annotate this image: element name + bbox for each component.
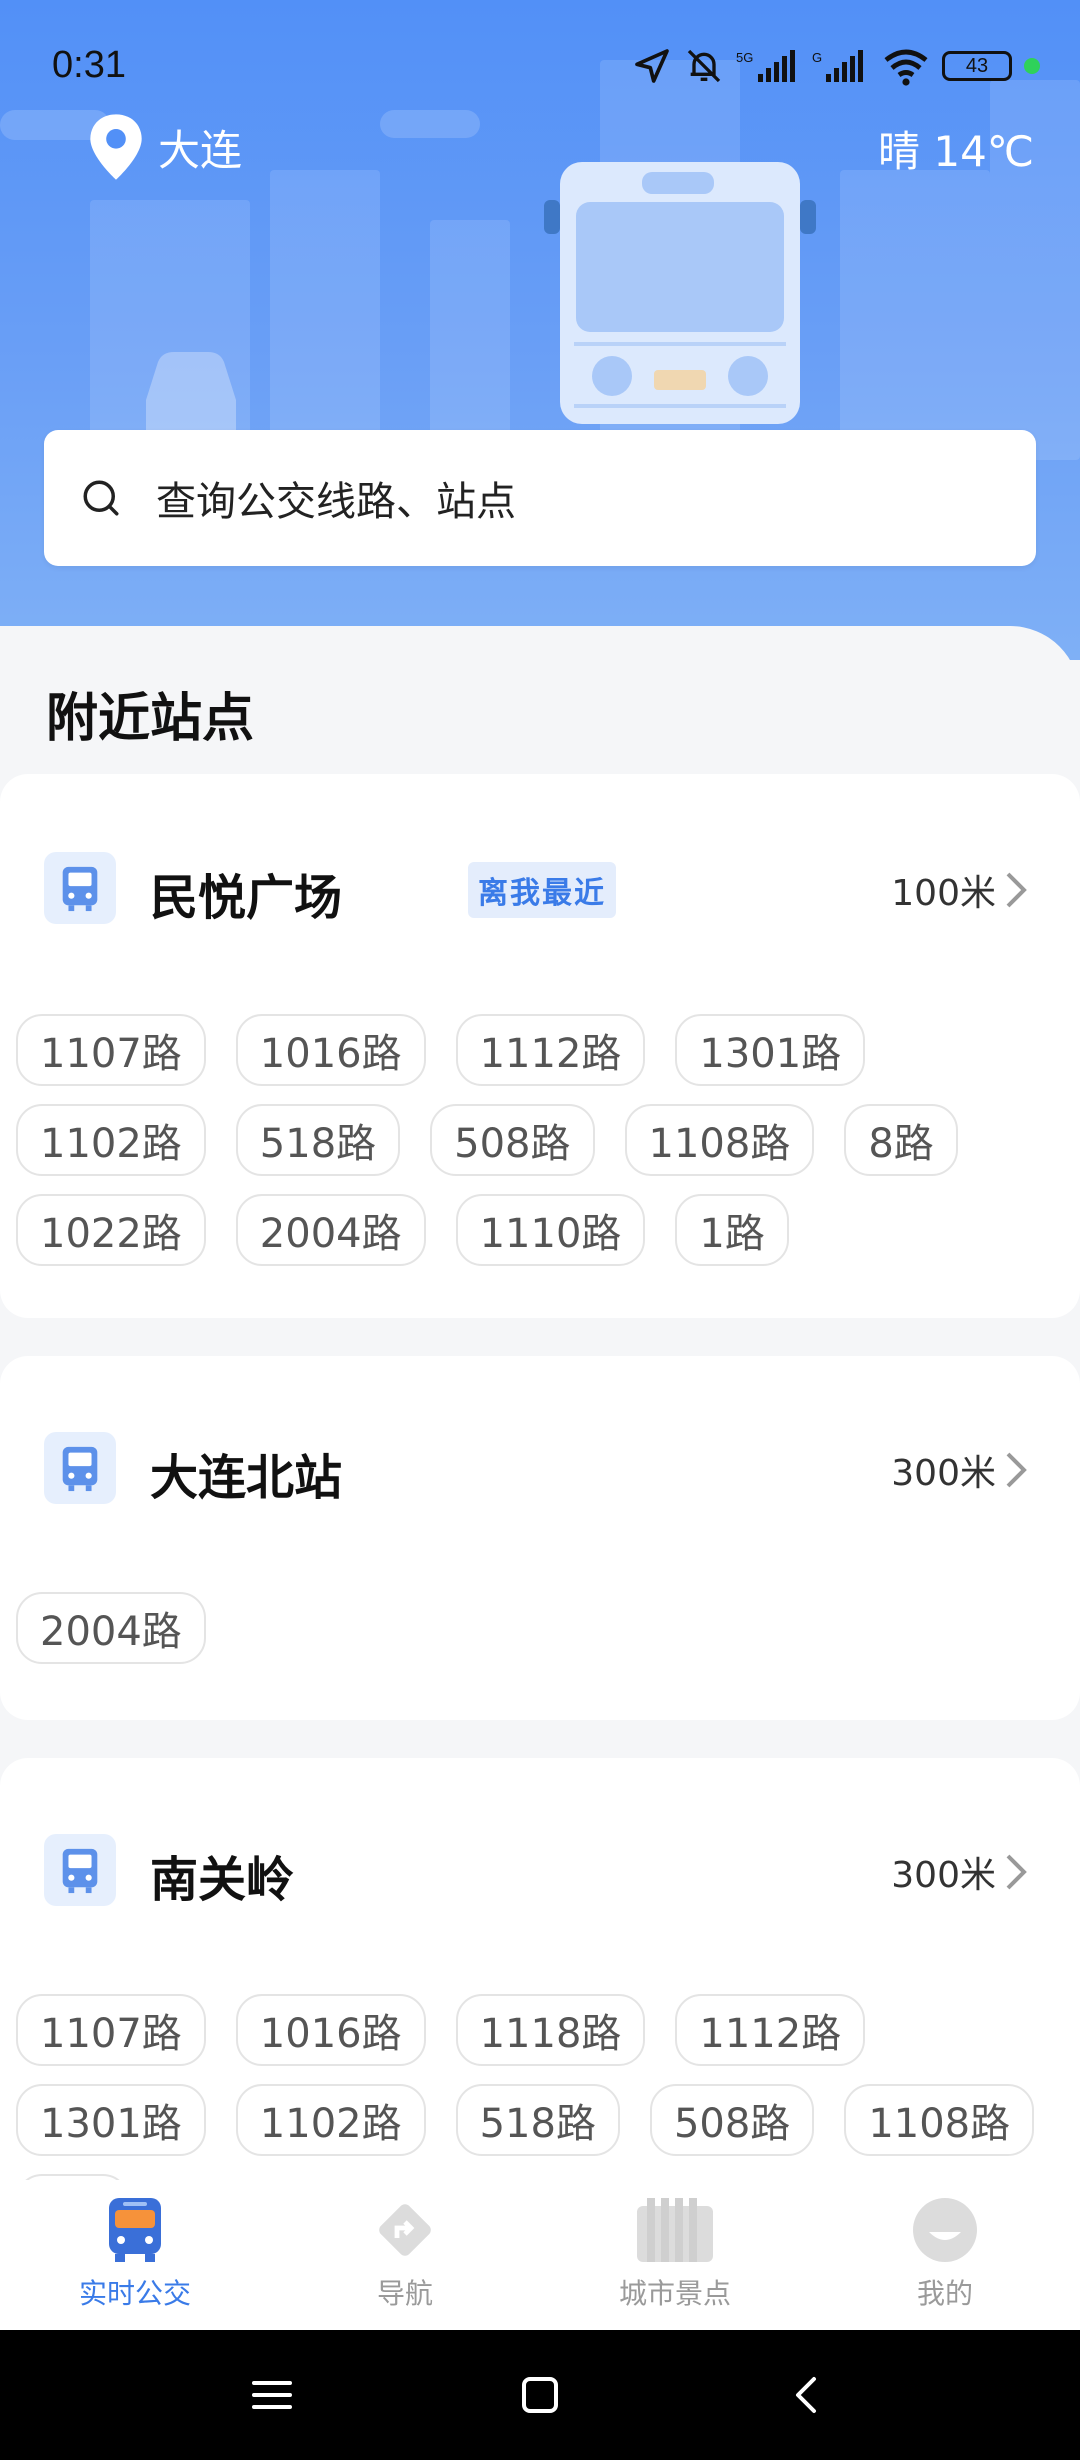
route-tag[interactable]: 1016路 (235, 1994, 426, 2066)
search-placeholder: 查询公交线路、站点 (156, 479, 516, 525)
city-selector[interactable]: 大连 (88, 112, 242, 182)
stop-distance-link[interactable]: 300米 (891, 1444, 1028, 1496)
chevron-right-icon (1006, 872, 1027, 908)
route-tag[interactable]: 1108路 (844, 2084, 1035, 2156)
city-name: 大连 (158, 125, 243, 175)
route-tag[interactable]: 518路 (455, 2084, 620, 2156)
weather-info: 晴 14℃ (878, 127, 1034, 176)
tab-profile[interactable]: 我的 (810, 2180, 1080, 2330)
stop-distance: 300米 (891, 1453, 996, 1494)
tab-label: 导航 (376, 2277, 433, 2310)
route-tag[interactable]: 2004路 (16, 1592, 206, 1664)
bus-illustration (544, 162, 816, 424)
stop-distance: 300米 (891, 1855, 996, 1896)
search-bar[interactable]: 查询公交线路、站点 (44, 430, 1036, 566)
route-list: 1107路 1016路 1112路 1301路 1102路 518路 508路 … (16, 1014, 1060, 1266)
navigation-icon (379, 2204, 431, 2256)
tab-label: 城市景点 (618, 2277, 731, 2310)
route-tag[interactable]: 1112路 (455, 1014, 646, 1086)
route-tag[interactable]: 1102路 (16, 1104, 206, 1176)
signal-5g-icon: 5G (736, 50, 795, 82)
tab-realtime-bus[interactable]: 实时公交 (0, 2180, 270, 2330)
bottom-tab-bar: 实时公交 导航 城市景点 我的 (0, 2180, 1080, 2330)
stop-distance: 100米 (891, 873, 996, 914)
mute-bell-icon (687, 49, 721, 83)
route-tag[interactable]: 1022路 (16, 1194, 206, 1266)
tab-label: 实时公交 (78, 2277, 191, 2310)
stop-name: 民悦广场 (150, 870, 343, 926)
svg-text:5G: 5G (736, 50, 753, 65)
stop-name: 大连北站 (150, 1450, 343, 1506)
menu-icon[interactable] (248, 2371, 296, 2419)
route-tag[interactable]: 1112路 (675, 1994, 866, 2066)
stop-card[interactable]: 南关岭 300米 1107路 1016路 1118路 1112路 1301路 1… (0, 1758, 1080, 2246)
route-tag[interactable]: 1301路 (675, 1014, 866, 1086)
route-tag[interactable]: 1路 (675, 1194, 789, 1266)
route-tag[interactable]: 518路 (235, 1104, 401, 1176)
route-tag[interactable]: 2004路 (235, 1194, 426, 1266)
back-icon[interactable] (784, 2371, 832, 2419)
route-tag[interactable]: 1107路 (16, 1994, 206, 2066)
signal-g-icon: G (812, 50, 863, 82)
battery-level: 43 (965, 54, 989, 77)
tab-navigation[interactable]: 导航 (270, 2180, 540, 2330)
route-tag[interactable]: 8路 (844, 1104, 958, 1176)
tab-city-attractions[interactable]: 城市景点 (540, 2180, 810, 2330)
stop-card[interactable]: 民悦广场 离我最近 100米 1107路 1016路 1112路 1301路 1… (0, 774, 1080, 1318)
tab-label: 我的 (916, 2277, 973, 2310)
chevron-right-icon (1006, 1452, 1027, 1488)
battery-icon: 43 (942, 51, 1012, 81)
location-pin-icon (90, 114, 142, 180)
stop-distance-link[interactable]: 100米 (891, 864, 1028, 916)
route-tag[interactable]: 1301路 (16, 2084, 206, 2156)
location-arrow-icon (635, 49, 669, 83)
car-illustration (146, 352, 236, 430)
bus-stop-icon (44, 852, 116, 924)
profile-icon (913, 2198, 977, 2262)
stop-distance-link[interactable]: 300米 (891, 1846, 1028, 1898)
route-tag[interactable]: 508路 (430, 1104, 595, 1176)
stop-card[interactable]: 大连北站 300米 2004路 (0, 1356, 1080, 1720)
home-icon[interactable] (516, 2371, 564, 2419)
route-tag[interactable]: 1110路 (455, 1194, 646, 1266)
section-title: 附近站点 (46, 689, 255, 749)
landmark-icon (637, 2198, 713, 2262)
bus-stop-icon (44, 1834, 116, 1906)
bus-stop-icon (44, 1432, 116, 1504)
chevron-right-icon (1006, 1854, 1027, 1890)
stop-name: 南关岭 (150, 1852, 295, 1908)
status-time: 0:31 (52, 44, 126, 86)
route-tag[interactable]: 1016路 (235, 1014, 426, 1086)
route-tag[interactable]: 508路 (649, 2084, 815, 2156)
system-navigation-bar (0, 2330, 1080, 2460)
route-tag[interactable]: 1107路 (16, 1014, 206, 1086)
route-tag[interactable]: 1118路 (455, 1994, 646, 2066)
privacy-indicator (1024, 58, 1040, 74)
bus-icon (109, 2198, 161, 2262)
svg-text:G: G (812, 50, 822, 65)
route-list: 2004路 (16, 1592, 1060, 1664)
route-tag[interactable]: 1108路 (624, 1104, 815, 1176)
search-icon (83, 480, 119, 516)
route-tag[interactable]: 1102路 (235, 2084, 426, 2156)
nearest-badge: 离我最近 (468, 862, 616, 918)
wifi-icon (884, 49, 928, 86)
